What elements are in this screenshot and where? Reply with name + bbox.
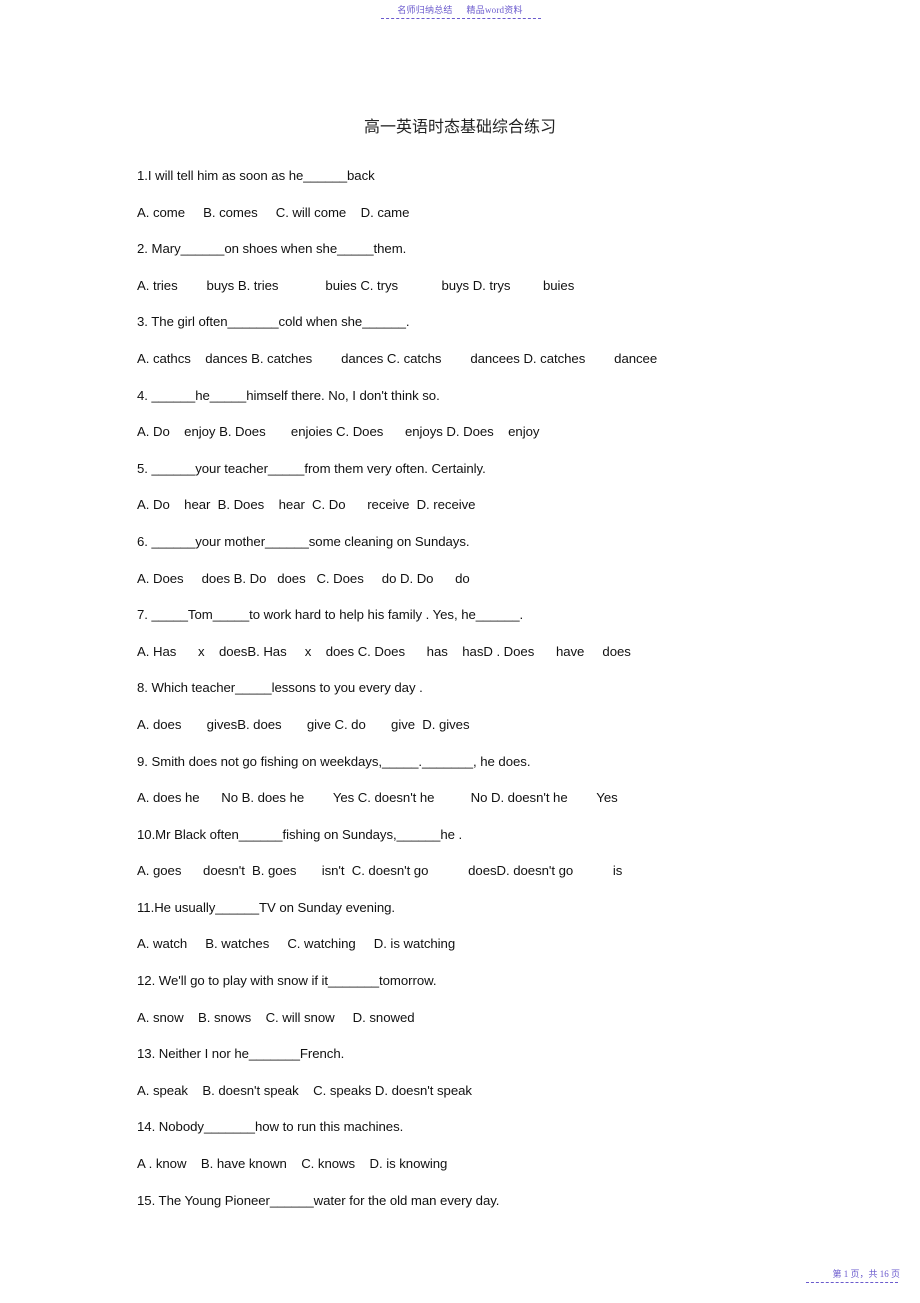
question-options: A. watch B. watches C. watching D. is wa… bbox=[137, 936, 456, 952]
question-stem: 15. The Young Pioneer______water for the… bbox=[137, 1192, 500, 1208]
question-stem: 1.I will tell him as soon as he______bac… bbox=[137, 168, 375, 183]
question-options: A. Do enjoy B. Does enjoies C. Does enjo… bbox=[137, 424, 540, 440]
question-options: A. tries buys B. tries buies C. trys buy… bbox=[137, 277, 575, 293]
question-options: A. cathcs dances B. catches dances C. ca… bbox=[137, 350, 658, 366]
question-stem: 8. Which teacher_____lessons to you ever… bbox=[137, 680, 423, 696]
question-stem: 9. Smith does not go fishing on weekdays… bbox=[137, 753, 531, 769]
question-options: A. come B. comes C. will come D. came bbox=[137, 204, 410, 220]
question-options: A. does givesB. does give C. do give D. … bbox=[137, 716, 470, 732]
page-title: 高一英语时态基础综合练习 bbox=[363, 119, 556, 136]
header-dashed-rule bbox=[381, 18, 541, 19]
question-stem: 7. _____Tom_____to work hard to help his… bbox=[137, 607, 524, 623]
question-stem: 14. Nobody_______how to run this machine… bbox=[137, 1119, 404, 1135]
question-options: A. does he No B. does he Yes C. doesn't … bbox=[137, 790, 618, 806]
question-stem: 11.He usually______TV on Sunday evening. bbox=[137, 899, 396, 915]
question-options: A . know B. have known C. knows D. is kn… bbox=[137, 1156, 448, 1172]
question-stem: 2. Mary______on shoes when she_____them. bbox=[137, 241, 407, 257]
question-stem: 6. ______your mother______some cleaning … bbox=[137, 533, 470, 549]
header-watermark-right: 精品word资料 bbox=[466, 5, 523, 15]
footer-page-indicator: 第 1 页，共 16 页 bbox=[832, 1269, 900, 1279]
question-options: A. speak B. doesn't speak C. speaks D. d… bbox=[137, 1082, 472, 1098]
footer-dashed-rule bbox=[806, 1282, 898, 1283]
question-options: A. goes doesn't B. goes isn't C. doesn't… bbox=[137, 863, 623, 879]
question-stem: 12. We'll go to play with snow if it____… bbox=[137, 973, 437, 989]
header-watermark: 名师归纳总结 精品word资料 bbox=[0, 4, 920, 16]
question-options: A. Does does B. Do does C. Does do D. Do… bbox=[137, 570, 470, 586]
question-options: A. Has x doesB. Has x does C. Does has h… bbox=[137, 643, 631, 659]
question-stem: 13. Neither I nor he_______French. bbox=[137, 1046, 345, 1062]
question-list: 1.I will tell him as soon as he______bac… bbox=[137, 158, 907, 1219]
question-stem: 4. ______he_____himself there. No, I don… bbox=[137, 387, 440, 403]
question-stem: 5. ______your teacher_____from them very… bbox=[137, 460, 486, 476]
question-options: A. snow B. snows C. will snow D. snowed bbox=[137, 1009, 415, 1025]
header-watermark-left: 名师归纳总结 bbox=[397, 5, 453, 15]
question-stem: 10.Mr Black often______fishing on Sunday… bbox=[137, 826, 463, 842]
question-options: A. Do hear B. Does hear C. Do receive D.… bbox=[137, 497, 476, 513]
question-stem: 3. The girl often_______cold when she___… bbox=[137, 314, 410, 330]
